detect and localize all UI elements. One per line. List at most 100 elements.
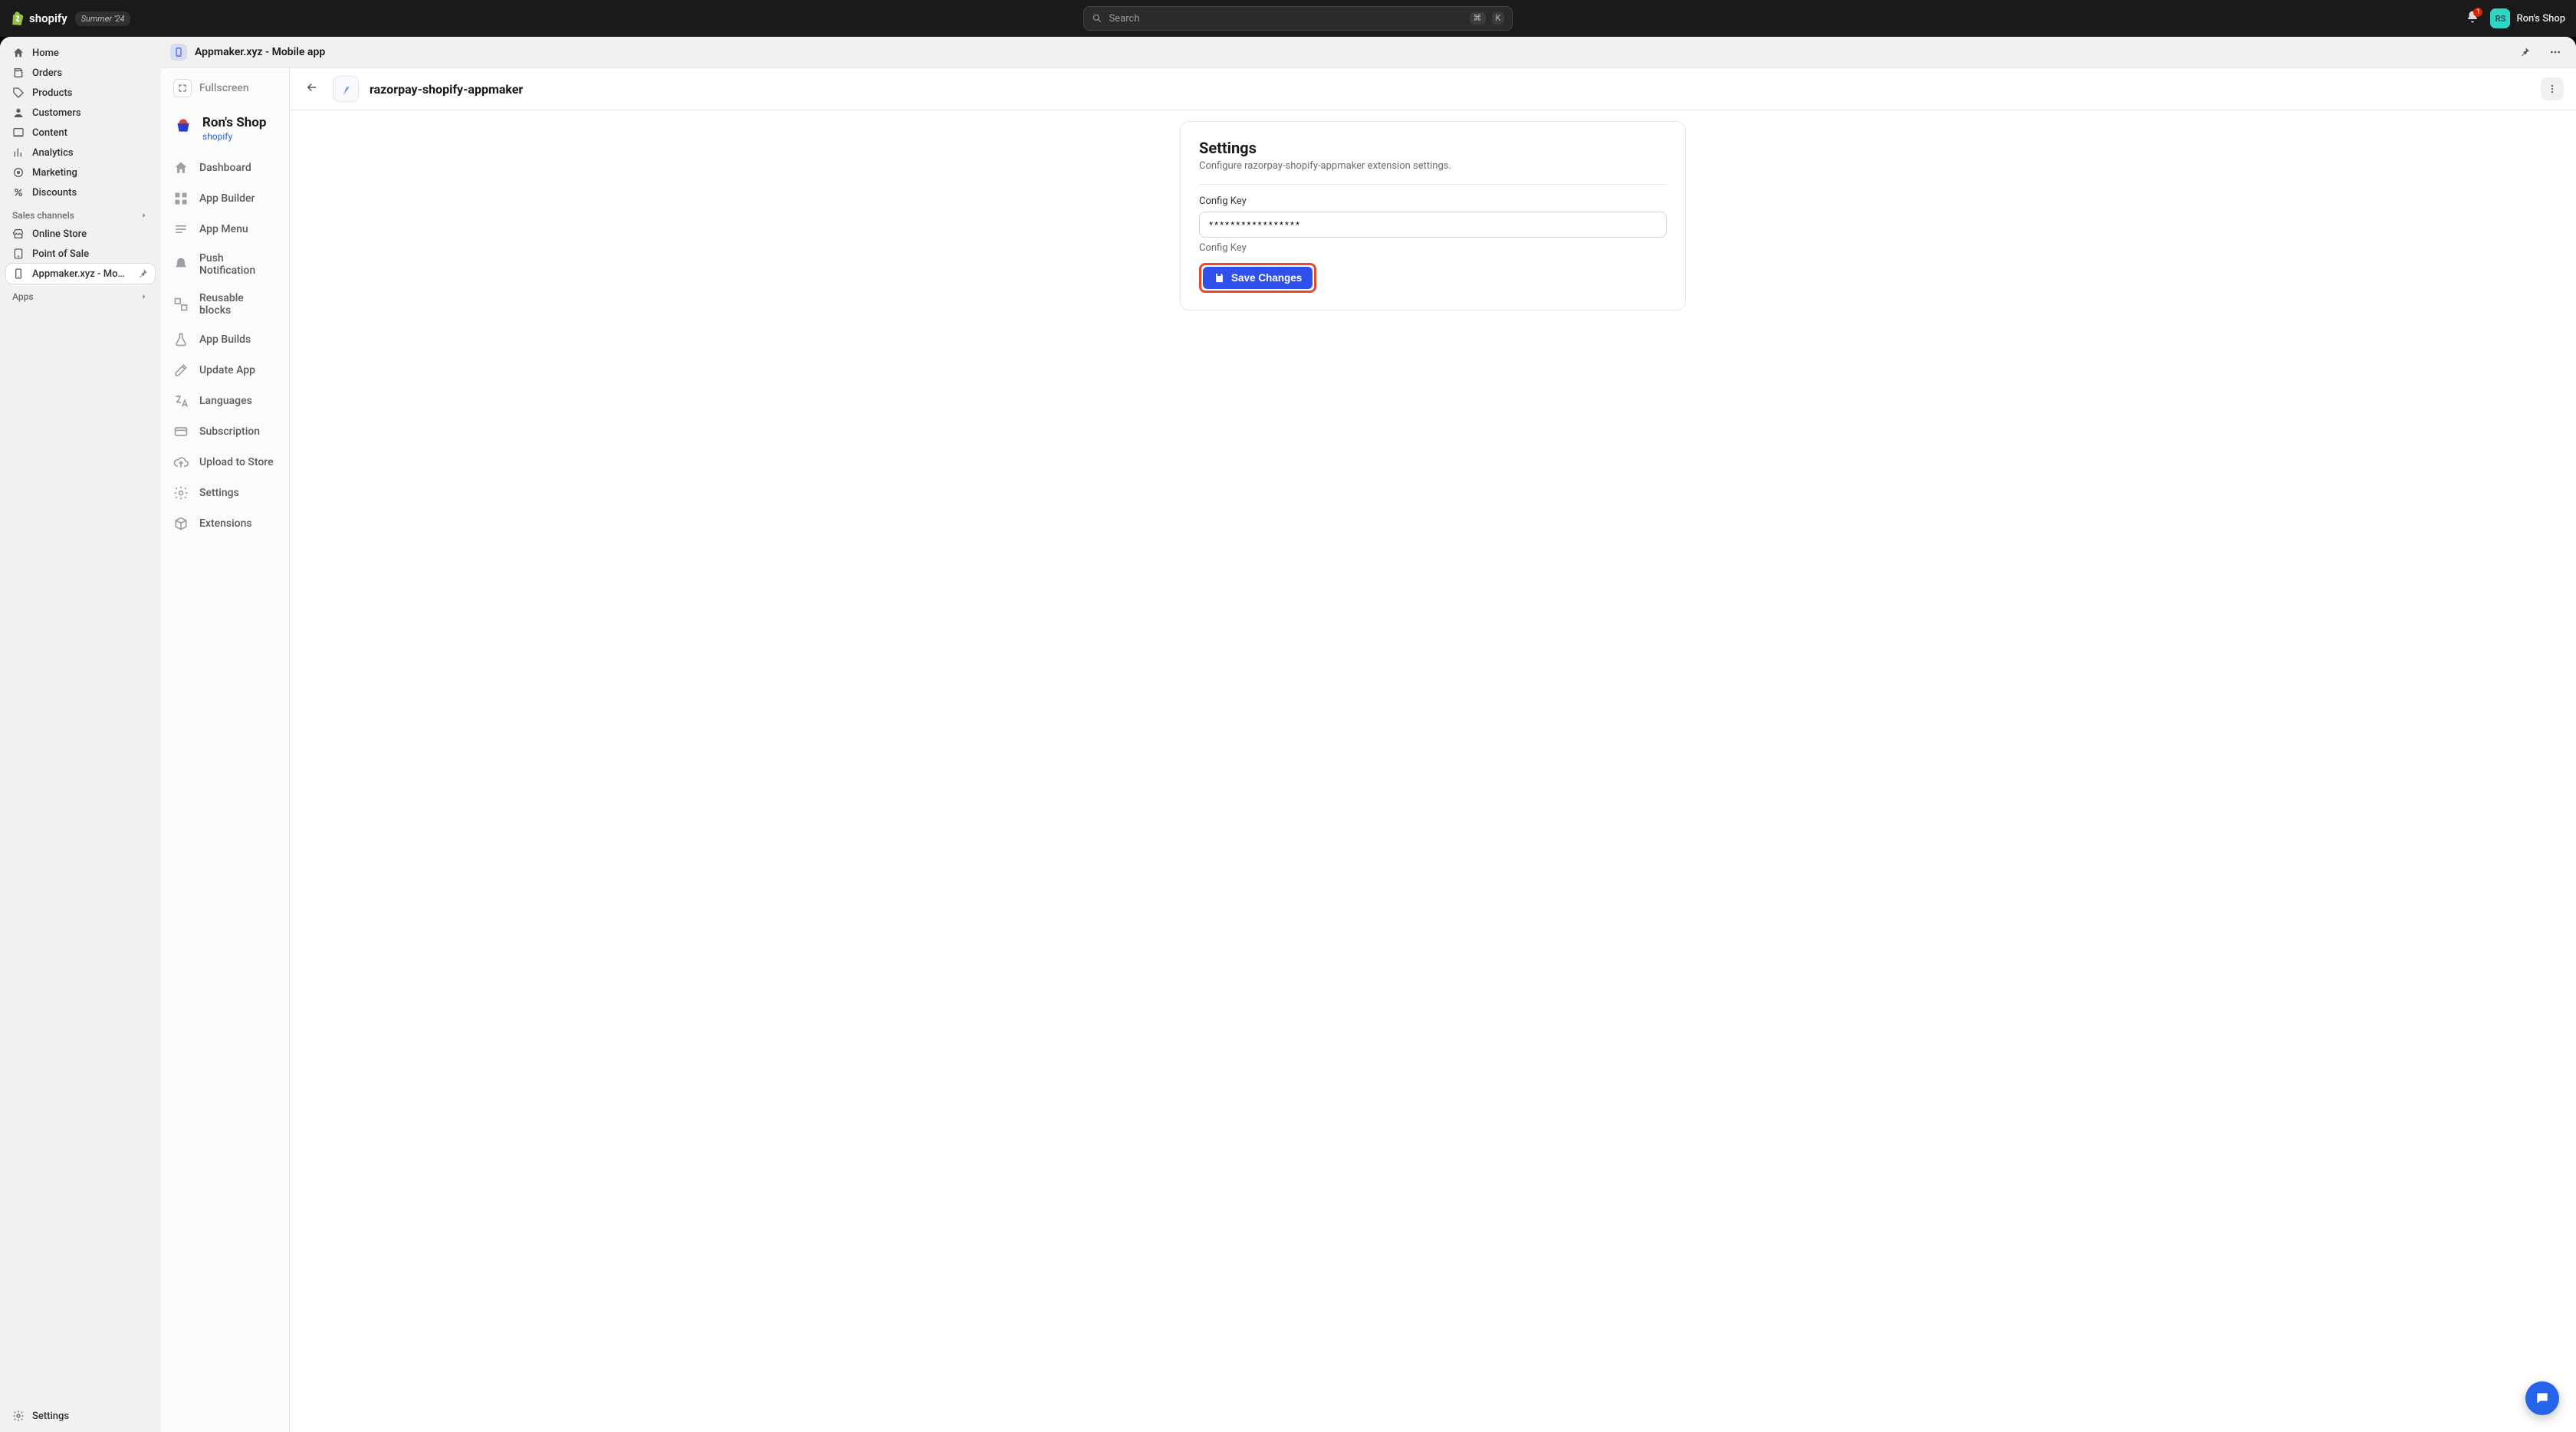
nav-home[interactable]: Home bbox=[6, 43, 155, 63]
nav-products[interactable]: Products bbox=[6, 83, 155, 103]
brand-text: shopify bbox=[29, 11, 67, 25]
menu-icon bbox=[173, 222, 189, 237]
save-icon bbox=[1214, 272, 1225, 284]
app-nav-app-builder[interactable]: App Builder bbox=[161, 183, 289, 214]
app-nav-update[interactable]: Update App bbox=[161, 355, 289, 386]
frame: Home Orders Products Customers Content A… bbox=[0, 37, 2576, 1432]
nav-marketing[interactable]: Marketing bbox=[6, 163, 155, 182]
content-column: razorpay-shopify-appmaker Settings Confi… bbox=[290, 67, 2576, 1432]
content-title: razorpay-shopify-appmaker bbox=[370, 82, 523, 97]
app-sidebar: Fullscreen Ron's Shop shopify Dashb bbox=[161, 67, 290, 1432]
app-nav-extensions[interactable]: Extensions bbox=[161, 508, 289, 539]
topbar-right: 1 RS Ron's Shop bbox=[2466, 8, 2565, 28]
store-icon bbox=[12, 228, 25, 240]
app-nav-upload[interactable]: Upload to Store bbox=[161, 447, 289, 478]
pin-button[interactable] bbox=[2513, 41, 2536, 64]
app-nav-reusable[interactable]: Reusable blocks bbox=[161, 284, 289, 324]
nav-content[interactable]: Content bbox=[6, 123, 155, 143]
pin-icon[interactable] bbox=[136, 268, 149, 280]
config-key-input[interactable] bbox=[1199, 212, 1667, 238]
topbar-center: Search ⌘ K bbox=[140, 6, 2456, 31]
config-key-help: Config Key bbox=[1199, 242, 1667, 254]
brand: shopify Summer '24 bbox=[11, 11, 130, 26]
window: Home Orders Products Customers Content A… bbox=[0, 37, 2576, 1432]
app-surface: Fullscreen Ron's Shop shopify Dashb bbox=[161, 67, 2576, 1432]
account-menu[interactable]: RS Ron's Shop bbox=[2490, 8, 2565, 28]
app-nav-languages[interactable]: Languages bbox=[161, 386, 289, 416]
search-placeholder: Search bbox=[1109, 13, 1139, 25]
save-changes-button[interactable]: Save Changes bbox=[1203, 267, 1313, 289]
nav-online-store[interactable]: Online Store bbox=[6, 224, 155, 244]
search-input[interactable]: Search ⌘ K bbox=[1083, 6, 1513, 31]
nav-pos[interactable]: Point of Sale bbox=[6, 244, 155, 264]
app-nav-settings[interactable]: Settings bbox=[161, 478, 289, 508]
app-title: Appmaker.xyz - Mobile app bbox=[195, 46, 325, 58]
kbd-k: K bbox=[1492, 12, 1505, 25]
pos-icon bbox=[12, 248, 25, 260]
divider bbox=[1199, 184, 1667, 185]
topbar: shopify Summer '24 Search ⌘ K 1 RS Ron's… bbox=[0, 0, 2576, 37]
nav-analytics[interactable]: Analytics bbox=[6, 143, 155, 163]
app-nav-dashboard[interactable]: Dashboard bbox=[161, 153, 289, 183]
card-icon bbox=[173, 424, 189, 439]
target-icon bbox=[12, 166, 25, 179]
notifications-button[interactable]: 1 bbox=[2466, 10, 2479, 27]
more-vertical-icon bbox=[2547, 84, 2558, 94]
nav-section-sales[interactable]: Sales channels bbox=[6, 202, 155, 224]
grid-icon bbox=[173, 191, 189, 206]
person-icon bbox=[12, 107, 25, 119]
box-icon bbox=[173, 516, 189, 531]
app-titlebar: Appmaker.xyz - Mobile app bbox=[161, 37, 2576, 67]
more-horizontal-icon bbox=[2549, 46, 2561, 58]
app-nav-builds[interactable]: App Builds bbox=[161, 324, 289, 355]
shop-header[interactable]: Ron's Shop shopify bbox=[161, 108, 289, 153]
tag-icon bbox=[12, 87, 25, 99]
discount-icon bbox=[12, 186, 25, 199]
shop-platform-link[interactable]: shopify bbox=[202, 131, 266, 142]
save-button-highlight: Save Changes bbox=[1199, 263, 1316, 293]
chevron-right-icon bbox=[140, 211, 149, 220]
nav-customers[interactable]: Customers bbox=[6, 103, 155, 123]
app-nav-subscription[interactable]: Subscription bbox=[161, 416, 289, 447]
card-title: Settings bbox=[1199, 139, 1667, 157]
gear-icon bbox=[12, 1410, 25, 1422]
flask-icon bbox=[173, 332, 189, 347]
nav-section-apps[interactable]: Apps bbox=[6, 284, 155, 305]
card-subtitle: Configure razorpay-shopify-appmaker exte… bbox=[1199, 160, 1667, 172]
app-nav-app-menu[interactable]: App Menu bbox=[161, 214, 289, 245]
edit-icon bbox=[173, 363, 189, 378]
chat-fab[interactable] bbox=[2525, 1381, 2559, 1415]
chevron-right-icon bbox=[140, 292, 149, 301]
fullscreen-button[interactable]: Fullscreen bbox=[161, 68, 289, 108]
orders-icon bbox=[12, 67, 25, 79]
bell-icon bbox=[173, 257, 189, 272]
account-name: Ron's Shop bbox=[2516, 13, 2565, 25]
content-more-button[interactable] bbox=[2541, 77, 2564, 100]
back-button[interactable] bbox=[302, 77, 322, 100]
avatar: RS bbox=[2490, 8, 2510, 28]
content-icon bbox=[12, 126, 25, 139]
arrow-left-icon bbox=[305, 80, 319, 94]
kbd-cmd: ⌘ bbox=[1470, 12, 1486, 25]
content-body: Settings Configure razorpay-shopify-appm… bbox=[290, 110, 2576, 1432]
shop-name: Ron's Shop bbox=[202, 116, 266, 131]
home-icon bbox=[173, 160, 189, 176]
razorpay-icon bbox=[333, 76, 359, 102]
notification-badge: 1 bbox=[2473, 8, 2482, 17]
shopify-logo[interactable]: shopify bbox=[11, 11, 67, 26]
pin-icon bbox=[2518, 46, 2531, 58]
nav-orders[interactable]: Orders bbox=[6, 63, 155, 83]
app-nav-push[interactable]: Push Notification bbox=[161, 245, 289, 284]
nav-settings[interactable]: Settings bbox=[6, 1406, 155, 1426]
app-icon bbox=[170, 44, 187, 61]
blocks-icon bbox=[173, 297, 189, 312]
nav-appmaker[interactable]: Appmaker.xyz - Mobi... bbox=[6, 264, 155, 284]
nav-discounts[interactable]: Discounts bbox=[6, 182, 155, 202]
chat-icon bbox=[2535, 1391, 2550, 1406]
more-button[interactable] bbox=[2544, 41, 2567, 64]
translate-icon bbox=[173, 393, 189, 409]
home-icon bbox=[12, 47, 25, 59]
left-nav: Home Orders Products Customers Content A… bbox=[0, 37, 161, 1432]
search-icon bbox=[1092, 13, 1102, 24]
edition-pill[interactable]: Summer '24 bbox=[75, 11, 131, 26]
